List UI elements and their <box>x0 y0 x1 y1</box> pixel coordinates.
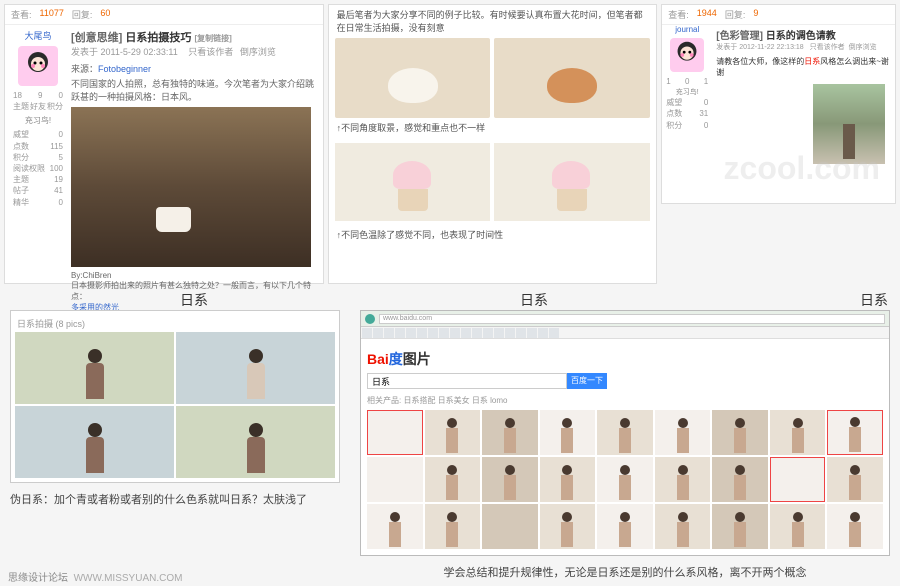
result-image[interactable] <box>712 504 768 549</box>
user-stat-list: 威望0 点数115 积分5 阅读权限100 主题19 帖子41 精华0 <box>9 129 67 207</box>
gallery-panel: 日系拍摄 (8 pics) 伪日系：加个青或者粉或者别的什么色系就叫日系？太肤浅… <box>10 310 340 580</box>
by-line: By:ChiBren <box>71 271 315 280</box>
browser-tab-bar: www.baidu.com <box>361 311 889 327</box>
sample-photo[interactable] <box>813 84 885 164</box>
post-date-prefix: 发表于 <box>71 47 98 57</box>
post-title[interactable]: 日系拍摄技巧 <box>125 32 191 44</box>
browser-caption: 学会总结和提升规律性，无论是日系还是别的什么系风格，离不开两个概念 <box>360 564 890 580</box>
result-image[interactable] <box>712 457 768 502</box>
views-count: 11077 <box>40 8 64 21</box>
caption-2: ↑不同色温除了感觉不同，也表现了时间性 <box>329 225 657 246</box>
result-image[interactable] <box>655 457 711 502</box>
source-link[interactable]: Fotobeginner <box>98 64 151 74</box>
reverse-link[interactable]: 倒序浏览 <box>240 47 276 57</box>
result-image[interactable] <box>712 410 768 455</box>
result-image[interactable] <box>367 410 423 455</box>
result-image[interactable] <box>827 457 883 502</box>
post-content: [创意思维] 日系拍摄技巧 [复制链接] 发表于 2011-5-29 02:33… <box>67 29 319 313</box>
label-1: 日系 <box>180 290 208 310</box>
title-tag[interactable]: [创意思维] <box>71 32 122 44</box>
search-button[interactable]: 百度一下 <box>567 373 607 389</box>
title-tag[interactable]: [色彩管理] <box>716 31 763 42</box>
gallery-image[interactable] <box>15 332 174 404</box>
result-image[interactable] <box>597 457 653 502</box>
avatar[interactable] <box>18 46 58 86</box>
post-date: 2011-5-29 02:33:11 <box>101 47 178 57</box>
user-level: 充习鸟! <box>9 115 67 126</box>
result-image[interactable] <box>482 504 538 549</box>
gallery-image[interactable] <box>176 332 335 404</box>
username[interactable]: 大尾鸟 <box>9 29 67 42</box>
result-image[interactable] <box>540 410 596 455</box>
gallery-caption: 伪日系：加个青或者粉或者别的什么色系就叫日系？太肤浅了 <box>10 491 340 507</box>
copy-link[interactable]: [复制链接] <box>194 34 231 43</box>
gallery-image[interactable] <box>15 406 174 478</box>
label-3: 日系 <box>860 290 888 310</box>
user-stats: 1890 主题好友积分 <box>9 90 67 112</box>
forum-post-1: 查看: 11077 回复: 60 大尾鸟 1890 主题好友积分 充习鸟! 威望… <box>4 4 324 284</box>
intro-text: 最后笔者为大家分享不同的例子比较。有时候要认真布置大花时间，但笔者都在日常生活拍… <box>329 5 657 38</box>
views-label: 查看: <box>11 8 32 21</box>
label-2: 日系 <box>520 290 548 310</box>
coffee-photo[interactable] <box>71 107 311 267</box>
toolbar-button[interactable] <box>362 328 372 338</box>
views-count: 1944 <box>697 8 717 21</box>
result-image[interactable] <box>655 410 711 455</box>
post-title[interactable]: 日系的调色请教 <box>766 31 836 42</box>
result-image[interactable] <box>655 504 711 549</box>
username[interactable]: journal <box>662 25 712 34</box>
post-body: 请教各位大师，像这样的日系风格怎么调出来~谢谢 <box>716 56 891 78</box>
search-input[interactable] <box>367 373 567 389</box>
post-stats-header: 查看: 11077 回复: 60 <box>5 5 323 25</box>
replies-count: 9 <box>753 8 758 21</box>
post-date: 2012-11-22 22:13:18 <box>739 44 803 51</box>
avatar[interactable] <box>670 38 704 72</box>
result-image[interactable] <box>425 504 481 549</box>
filter-row[interactable]: 相关产品: 日系搭配 日系美女 日系 lomo <box>367 395 883 406</box>
result-image[interactable] <box>540 457 596 502</box>
user-sidebar: 大尾鸟 1890 主题好友积分 充习鸟! 威望0 点数115 积分5 阅读权限1… <box>9 29 67 313</box>
baidu-logo[interactable]: Bai度图片 <box>367 349 883 369</box>
source-label: 来源： <box>71 64 98 74</box>
gallery-image[interactable] <box>176 406 335 478</box>
food-photo-1[interactable] <box>335 38 491 118</box>
food-photo-2[interactable] <box>494 38 650 118</box>
result-image[interactable] <box>367 457 423 502</box>
result-image[interactable] <box>425 410 481 455</box>
result-image[interactable] <box>770 457 826 502</box>
browser-icon <box>365 314 375 324</box>
gallery-title: 日系拍摄 (8 pics) <box>15 315 335 332</box>
result-image[interactable] <box>597 504 653 549</box>
browser-panel: www.baidu.com Bai度图片 百度一下 相关产品: 日系搭配 日系美… <box>360 310 890 580</box>
browser-toolbar <box>361 327 889 339</box>
post-intro: 不同国家的人拍照，总有独特的味道。今次笔者为大家介绍跳跃甚的一种拍摄风格：日本风… <box>71 77 315 103</box>
caption-1: ↑不同角度取景，感觉和重点也不一样 <box>329 118 657 139</box>
result-image[interactable] <box>827 410 883 455</box>
result-image[interactable] <box>367 504 423 549</box>
result-image[interactable] <box>540 504 596 549</box>
replies-label: 回复: <box>72 8 93 21</box>
result-image[interactable] <box>597 410 653 455</box>
page-footer: 思缘设计论坛 WWW.MISSYUAN.COM <box>8 569 182 584</box>
result-image[interactable] <box>770 410 826 455</box>
image-results-grid <box>367 410 883 549</box>
result-image[interactable] <box>482 457 538 502</box>
forum-post-3: 查看: 1944 回复: 9 journal 101 充习鸟! 威望0 点数31… <box>661 4 896 204</box>
address-bar[interactable]: www.baidu.com <box>379 314 885 324</box>
result-image[interactable] <box>425 457 481 502</box>
result-image[interactable] <box>770 504 826 549</box>
only-author-link[interactable]: 只看该作者 <box>188 47 233 57</box>
result-image[interactable] <box>482 410 538 455</box>
result-image[interactable] <box>827 504 883 549</box>
cupcake-photo-1[interactable] <box>335 143 491 221</box>
forum-post-2: 最后笔者为大家分享不同的例子比较。有时候要认真布置大花时间，但笔者都在日常生活拍… <box>328 4 658 284</box>
cupcake-photo-2[interactable] <box>494 143 650 221</box>
replies-count: 60 <box>100 8 110 21</box>
